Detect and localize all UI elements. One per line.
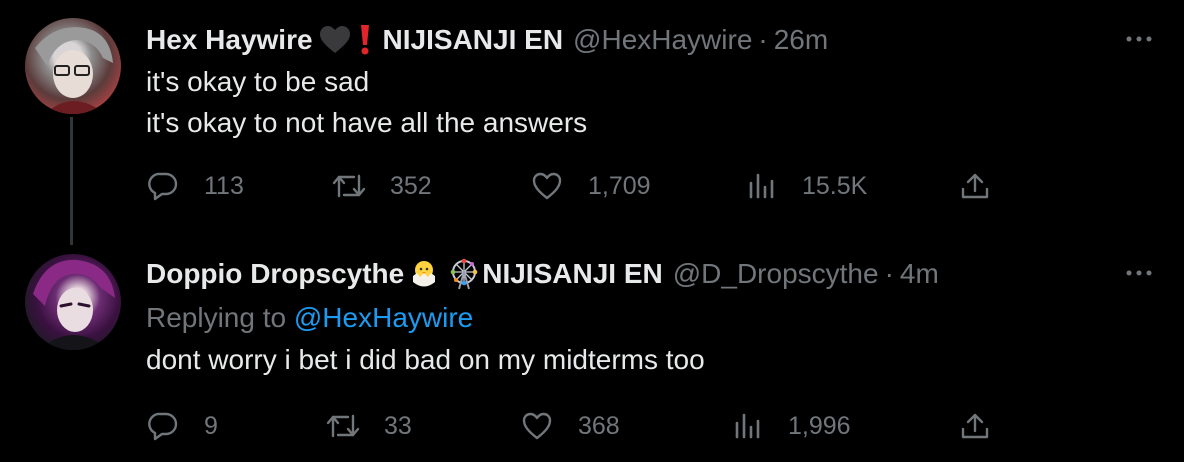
retweet-count: 352 <box>390 171 432 200</box>
avatar[interactable] <box>25 18 121 114</box>
more-options-button[interactable] <box>1122 22 1156 56</box>
heart-icon <box>530 169 564 203</box>
views-button[interactable]: 1,996 <box>730 406 851 446</box>
ellipsis-icon <box>1126 270 1152 276</box>
tweet-header: Doppio Dropscythe NIJISANJI EN @D_Dropsc… <box>146 256 939 292</box>
reply-button[interactable]: 9 <box>146 406 218 446</box>
reply-button[interactable]: 113 <box>146 166 244 206</box>
like-count: 368 <box>578 411 620 440</box>
display-name[interactable]: Doppio Dropscythe <box>146 258 404 290</box>
mention-link[interactable]: @HexHaywire <box>294 302 473 333</box>
share-icon <box>958 169 992 203</box>
red-exclamation-icon <box>357 24 373 56</box>
thread-line <box>70 117 73 245</box>
tweet-header: Hex Haywire NIJISANJI EN @HexHaywire · 2… <box>146 22 828 58</box>
ellipsis-icon <box>1126 36 1152 42</box>
view-count: 15.5K <box>802 171 868 200</box>
affiliation-label: NIJISANJI EN <box>482 258 663 289</box>
heart-icon <box>520 409 554 443</box>
share-button[interactable] <box>958 166 992 206</box>
affiliation-label: NIJISANJI EN <box>382 24 564 55</box>
like-button[interactable]: 368 <box>520 406 620 446</box>
share-button[interactable] <box>958 406 992 446</box>
analytics-icon <box>730 409 764 443</box>
view-count: 1,996 <box>788 411 851 440</box>
tweet-text-line: it's okay to not have all the answers <box>146 107 588 138</box>
views-button[interactable]: 15.5K <box>744 166 867 206</box>
reply-icon <box>146 409 180 443</box>
user-handle[interactable]: @D_Dropscythe <box>673 258 879 290</box>
tweet-doppio-dropscythe[interactable]: Doppio Dropscythe NIJISANJI EN @D_Dropsc… <box>0 246 1184 462</box>
retweet-icon <box>332 169 366 203</box>
action-bar: 113 352 1,709 15.5K <box>146 166 1006 206</box>
retweet-icon <box>326 409 360 443</box>
action-bar: 9 33 368 1,996 <box>146 406 1006 446</box>
reply-count: 9 <box>204 411 218 440</box>
tweet-text-line: it's okay to be sad <box>146 66 370 97</box>
analytics-icon <box>744 169 778 203</box>
separator-dot: · <box>758 24 768 55</box>
user-handle[interactable]: @HexHaywire <box>573 24 752 56</box>
retweet-button[interactable]: 352 <box>332 166 432 206</box>
replying-to-line: Replying to @HexHaywire <box>146 302 473 334</box>
ferris-wheel-icon <box>448 258 480 290</box>
separator-dot: · <box>884 258 894 289</box>
replying-to-label: Replying to <box>146 302 294 333</box>
tweet-text-line: dont worry i bet i did bad on my midterm… <box>146 344 705 375</box>
more-options-button[interactable] <box>1122 256 1156 290</box>
timestamp[interactable]: 26m <box>774 24 828 56</box>
black-heart-icon <box>319 26 351 54</box>
share-icon <box>958 409 992 443</box>
hatching-chick-icon <box>408 258 440 290</box>
avatar[interactable] <box>25 254 121 350</box>
retweet-count: 33 <box>384 411 412 440</box>
display-name[interactable]: Hex Haywire <box>146 24 313 56</box>
timestamp[interactable]: 4m <box>900 258 939 290</box>
reply-icon <box>146 169 180 203</box>
reply-count: 113 <box>204 171 244 200</box>
tweet-hex-haywire[interactable]: Hex Haywire NIJISANJI EN @HexHaywire · 2… <box>0 0 1184 246</box>
like-button[interactable]: 1,709 <box>530 166 651 206</box>
retweet-button[interactable]: 33 <box>326 406 412 446</box>
like-count: 1,709 <box>588 171 651 200</box>
